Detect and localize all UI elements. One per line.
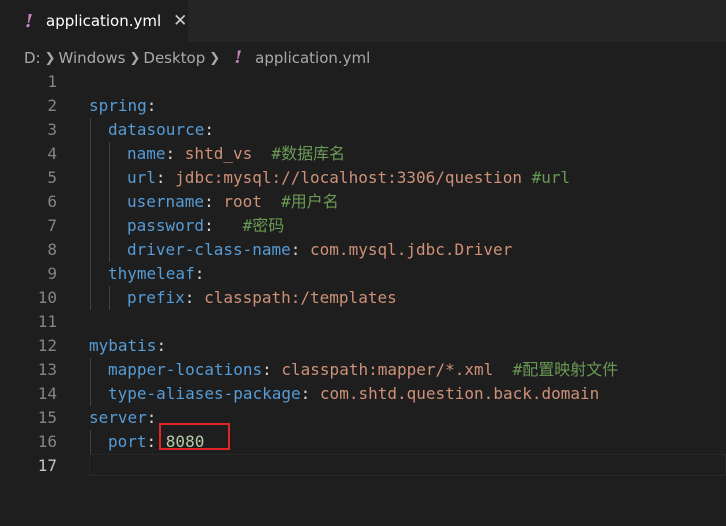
line-number: 17 xyxy=(37,456,57,475)
line-number: 11 xyxy=(37,312,57,331)
tab-title: application.yml xyxy=(46,12,162,30)
yaml-key: type-aliases-package xyxy=(108,384,301,403)
code-line: 10 prefix: classpath:/templates xyxy=(0,286,726,310)
breadcrumb-drive[interactable]: D: xyxy=(24,49,41,67)
yaml-key: prefix xyxy=(127,288,185,307)
yaml-key: name xyxy=(127,144,166,163)
code-line: 7 password: #密码 xyxy=(0,214,726,238)
line-number: 16 xyxy=(37,432,57,451)
yaml-comment: #数据库名 xyxy=(271,144,346,163)
code-line: 1 xyxy=(0,70,726,94)
code-line: 9 thymeleaf: xyxy=(0,262,726,286)
breadcrumb-item-windows[interactable]: Windows xyxy=(59,49,126,67)
yaml-value: com.shtd.question.back.domain xyxy=(319,384,600,403)
yaml-key: server xyxy=(89,408,147,427)
line-number: 15 xyxy=(37,408,57,427)
code-line: 8 driver-class-name: com.mysql.jdbc.Driv… xyxy=(0,238,726,262)
code-line: 5 url: jdbc:mysql://localhost:3306/quest… xyxy=(0,166,726,190)
code-line: 12 mybatis: xyxy=(0,334,726,358)
line-number: 7 xyxy=(47,216,57,235)
code-line: 14 type-aliases-package: com.shtd.questi… xyxy=(0,382,726,406)
yaml-key: driver-class-name xyxy=(127,240,291,259)
editor-tab-bar: ! application.yml ✕ xyxy=(0,0,726,42)
yaml-key: port xyxy=(108,432,147,451)
code-line: 16 port: 8080 xyxy=(0,430,726,454)
line-number: 2 xyxy=(47,96,57,115)
yaml-value: classpath:/templates xyxy=(204,288,397,307)
chevron-right-icon: ❯ xyxy=(44,50,56,66)
yaml-value: classpath:mapper/*.xml xyxy=(281,360,494,379)
chevron-right-icon: ❯ xyxy=(129,50,141,66)
current-line-highlight xyxy=(89,454,726,476)
yaml-key: mybatis xyxy=(89,336,157,355)
yaml-key: spring xyxy=(89,96,147,115)
code-editor[interactable]: 1 2 spring: 3 datasource: 4 name: shtd_v… xyxy=(0,70,726,526)
yaml-comment: #用户名 xyxy=(281,192,339,211)
code-line: 4 name: shtd_vs #数据库名 xyxy=(0,142,726,166)
code-line: 2 spring: xyxy=(0,94,726,118)
line-number: 9 xyxy=(47,264,57,283)
yaml-comment: #配置映射文件 xyxy=(512,360,619,379)
yaml-key: username xyxy=(127,192,205,211)
yaml-value: com.mysql.jdbc.Driver xyxy=(310,240,513,259)
yaml-comment: #密码 xyxy=(242,216,285,235)
code-line: 11 xyxy=(0,310,726,334)
line-number: 12 xyxy=(37,336,57,355)
yaml-key: password xyxy=(127,216,205,235)
code-line: 6 username: root #用户名 xyxy=(0,190,726,214)
code-line: 15 server: xyxy=(0,406,726,430)
line-number: 3 xyxy=(47,120,57,139)
yaml-key: thymeleaf xyxy=(108,264,195,283)
yaml-file-icon: ! xyxy=(25,10,33,32)
yaml-value: root xyxy=(223,192,262,211)
code-line: 3 datasource: xyxy=(0,118,726,142)
line-number: 5 xyxy=(47,168,57,187)
yaml-file-icon: ! xyxy=(234,48,242,68)
line-number: 10 xyxy=(37,288,57,307)
breadcrumb-item-desktop[interactable]: Desktop xyxy=(143,49,205,67)
yaml-key: url xyxy=(127,168,156,187)
line-number: 6 xyxy=(47,192,57,211)
yaml-key: datasource xyxy=(108,120,205,139)
line-number: 8 xyxy=(47,240,57,259)
line-number: 13 xyxy=(37,360,57,379)
breadcrumb-file[interactable]: application.yml xyxy=(255,49,370,67)
line-number: 1 xyxy=(47,72,57,91)
chevron-right-icon: ❯ xyxy=(209,50,221,66)
close-icon[interactable]: ✕ xyxy=(173,11,187,31)
code-line: 13 mapper-locations: classpath:mapper/*.… xyxy=(0,358,726,382)
yaml-value: shtd_vs xyxy=(184,144,253,163)
line-number: 4 xyxy=(47,144,57,163)
yaml-comment: #url xyxy=(531,168,571,187)
yaml-key: mapper-locations xyxy=(108,360,263,379)
tab-application-yml[interactable]: ! application.yml ✕ xyxy=(0,0,188,42)
annotation-highlight-box xyxy=(159,423,230,450)
line-number: 14 xyxy=(37,384,57,403)
code-line-current[interactable]: 17 xyxy=(0,454,726,478)
yaml-value: jdbc:mysql://localhost:3306/question xyxy=(175,168,522,187)
